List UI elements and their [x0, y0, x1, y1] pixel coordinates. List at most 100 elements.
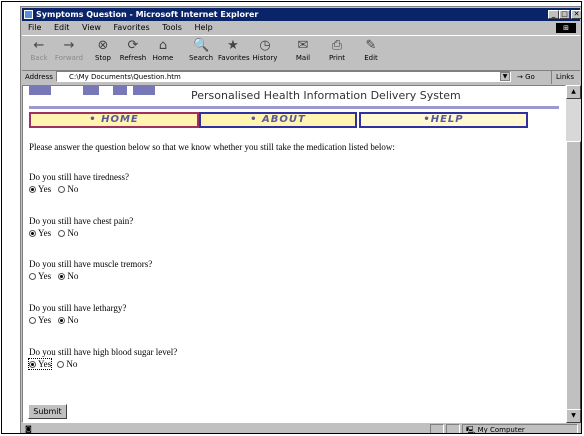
- stop-button[interactable]: ⊗ Stop: [88, 38, 118, 62]
- menu-bar: File Edit View Favorites Tools Help ⊞: [22, 22, 580, 34]
- refresh-label: Refresh: [119, 54, 147, 62]
- address-label: Address: [25, 73, 53, 81]
- scroll-up-icon[interactable]: ▲: [566, 85, 581, 99]
- zone-panel: 🖳 My Computer: [462, 424, 578, 434]
- no-label: No: [67, 271, 79, 281]
- home-label: Home: [152, 54, 174, 62]
- scroll-thumb[interactable]: [566, 141, 581, 411]
- search-button[interactable]: 🔍 Search: [186, 38, 216, 62]
- nav-home-button[interactable]: • HOME: [29, 112, 199, 128]
- question-lethargy: Do you still have lethargy? Yes No: [29, 303, 126, 325]
- intro-text: Please answer the question below so that…: [29, 142, 395, 152]
- address-dropdown-icon[interactable]: ▼: [500, 72, 510, 81]
- ie-app-icon: [24, 10, 33, 19]
- back-label: Back: [30, 54, 48, 62]
- menu-help[interactable]: Help: [194, 23, 212, 32]
- forward-label: Forward: [54, 54, 84, 62]
- home-button[interactable]: ⌂ Home: [148, 38, 178, 62]
- status-panel: [446, 424, 460, 433]
- nav-about-button[interactable]: • ABOUT: [199, 112, 357, 128]
- vertical-scrollbar[interactable]: ▲ ▼: [566, 85, 581, 423]
- print-button[interactable]: ⎙ Print: [322, 38, 352, 62]
- scroll-down-icon[interactable]: ▼: [566, 409, 581, 423]
- go-label: Go: [525, 73, 535, 81]
- yes-label: Yes: [38, 315, 52, 325]
- forward-arrow-icon: →: [63, 38, 75, 53]
- address-input[interactable]: C:\My Documents\Question.htm: [56, 71, 511, 82]
- question-text: Do you still have chest pain?: [29, 216, 134, 226]
- yes-label: Yes: [38, 359, 52, 369]
- question-text: Do you still have high blood sugar level…: [29, 347, 178, 357]
- yes-label: Yes: [38, 271, 52, 281]
- screenshot-frame: Symptoms Question - Microsoft Internet E…: [1, 1, 582, 434]
- print-icon: ⎙: [331, 38, 343, 53]
- edit-button[interactable]: ✎ Edit: [356, 38, 386, 62]
- question-tiredness: Do you still have tiredness? Yes No: [29, 172, 129, 194]
- windows-logo-icon: ⊞: [556, 23, 576, 33]
- chest-pain-yes-radio[interactable]: [29, 230, 36, 237]
- menu-tools[interactable]: Tools: [162, 23, 182, 32]
- question-text: Do you still have lethargy?: [29, 303, 127, 313]
- system-name: Personalised Health Information Delivery…: [191, 89, 461, 102]
- question-text: Do you still have muscle tremors?: [29, 259, 153, 269]
- tiredness-yes-radio[interactable]: [29, 186, 36, 193]
- refresh-icon: ⟳: [127, 38, 139, 53]
- yes-label: Yes: [38, 184, 52, 194]
- tiredness-no-radio[interactable]: [58, 186, 66, 193]
- stop-icon: ⊗: [97, 38, 109, 53]
- page-status-icon: ◙: [25, 425, 32, 433]
- back-button[interactable]: ← Back: [24, 38, 54, 62]
- toolbar: ← Back → Forward ⊗ Stop ⟳ Refresh ⌂ Home 🔍 Sea…: [22, 35, 580, 71]
- links-button[interactable]: Links: [551, 70, 574, 84]
- stop-label: Stop: [95, 54, 111, 62]
- mail-icon: ✉: [297, 38, 309, 53]
- lethargy-no-radio[interactable]: [58, 317, 66, 324]
- back-arrow-icon: ←: [33, 38, 45, 53]
- muscle-tremors-no-radio[interactable]: [58, 273, 66, 280]
- no-label: No: [67, 184, 79, 194]
- question-high-blood-sugar: Do you still have high blood sugar level…: [27, 347, 178, 370]
- print-label: Print: [328, 54, 346, 62]
- nav-help-button[interactable]: •HELP: [359, 112, 528, 128]
- submit-button[interactable]: Submit: [28, 404, 67, 419]
- page-content: Personalised Health Information Delivery…: [22, 85, 566, 423]
- maximize-button[interactable]: □: [559, 10, 570, 19]
- menu-view[interactable]: View: [82, 23, 101, 32]
- status-panel: [430, 424, 444, 433]
- search-label: Search: [188, 54, 214, 62]
- no-label: No: [67, 315, 79, 325]
- menu-favorites[interactable]: Favorites: [114, 23, 150, 32]
- edit-icon: ✎: [365, 38, 377, 53]
- history-icon: ◷: [259, 38, 271, 53]
- history-label: History: [252, 54, 278, 62]
- close-button[interactable]: ✕: [571, 10, 581, 19]
- search-icon: 🔍: [193, 38, 210, 53]
- home-icon: ⌂: [158, 38, 168, 53]
- menu-edit[interactable]: Edit: [54, 23, 70, 32]
- title-bar[interactable]: Symptoms Question - Microsoft Internet E…: [22, 8, 581, 21]
- menu-file[interactable]: File: [28, 23, 41, 32]
- favorites-button[interactable]: ★ Favorites: [218, 38, 250, 62]
- window-title: Symptoms Question - Microsoft Internet E…: [36, 10, 259, 19]
- no-label: No: [67, 228, 79, 238]
- go-button[interactable]: → Go: [517, 70, 535, 84]
- address-value: C:\My Documents\Question.htm: [69, 73, 181, 81]
- no-label: No: [66, 359, 78, 369]
- history-button[interactable]: ◷ History: [250, 38, 280, 62]
- computer-icon: 🖳: [466, 426, 476, 434]
- blood-sugar-no-radio[interactable]: [57, 361, 65, 368]
- muscle-tremors-yes-radio[interactable]: [29, 273, 36, 280]
- mail-button[interactable]: ✉ Mail: [288, 38, 318, 62]
- forward-button[interactable]: → Forward: [54, 38, 84, 62]
- status-bar: ◙ 🖳 My Computer: [22, 424, 580, 434]
- chest-pain-no-radio[interactable]: [58, 230, 66, 237]
- question-muscle-tremors: Do you still have muscle tremors? Yes No: [29, 259, 152, 281]
- lethargy-yes-radio[interactable]: [29, 317, 36, 324]
- banner-rule: [29, 106, 559, 109]
- minimize-button[interactable]: _: [548, 10, 559, 19]
- blood-sugar-yes-radio[interactable]: [29, 361, 36, 368]
- edit-label: Edit: [364, 54, 378, 62]
- refresh-button[interactable]: ⟳ Refresh: [118, 38, 148, 62]
- go-arrow-icon: →: [517, 73, 523, 81]
- favorites-icon: ★: [227, 38, 239, 53]
